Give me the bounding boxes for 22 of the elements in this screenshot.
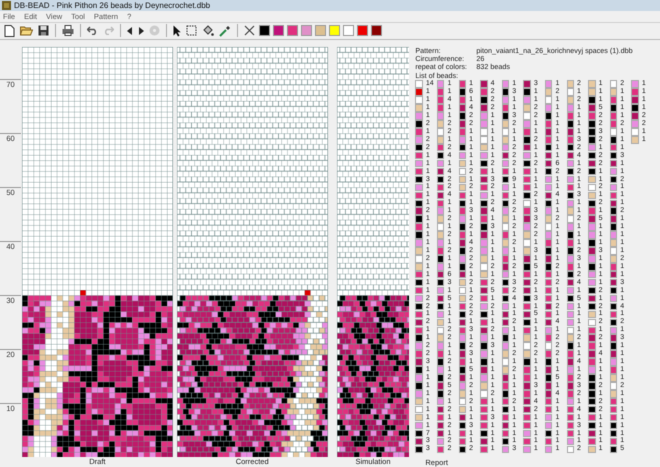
window-title: DB-BEAD - Pink Pithon 26 beads by Deynecrochet.dbb: [14, 0, 210, 11]
open-folder-icon[interactable]: [18, 24, 35, 38]
pointer-icon[interactable]: [171, 24, 183, 38]
app-icon: [2, 1, 11, 10]
draft-bead-grid-drawing[interactable]: [22, 46, 173, 457]
print-icon[interactable]: [60, 24, 76, 38]
pipette-icon[interactable]: [217, 24, 233, 38]
color-swatch[interactable]: [301, 25, 312, 36]
cross-icon[interactable]: [242, 24, 257, 38]
color-swatch[interactable]: [315, 25, 326, 36]
color-swatch[interactable]: [371, 25, 382, 36]
save-icon[interactable]: [36, 24, 51, 38]
color-swatch[interactable]: [329, 25, 340, 36]
color-swatch[interactable]: [259, 25, 270, 36]
color-swatch[interactable]: [343, 25, 354, 36]
color-swatch[interactable]: [273, 25, 284, 36]
corrected-bead-grid-drawing[interactable]: [176, 46, 328, 457]
simulation-bead-grid-drawing[interactable]: [336, 46, 410, 457]
color-swatch[interactable]: [287, 25, 298, 36]
new-file-icon[interactable]: [2, 24, 17, 38]
selection-icon[interactable]: [184, 24, 199, 38]
color-swatch[interactable]: [357, 25, 368, 36]
